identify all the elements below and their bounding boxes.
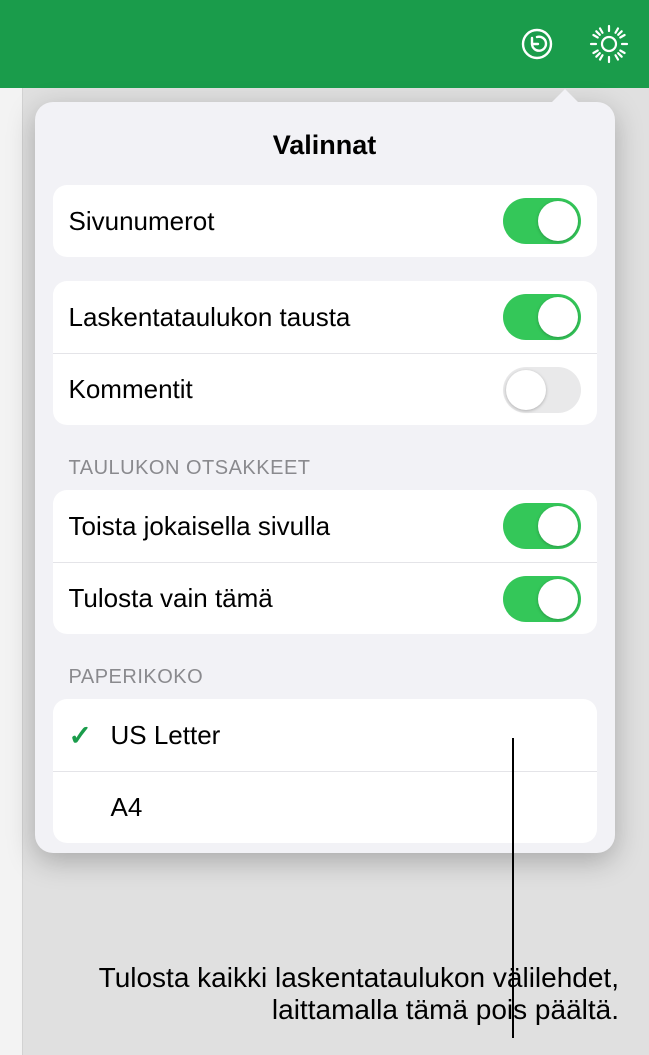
group-headers: Toista jokaisella sivulla Tulosta vain t…	[53, 490, 597, 634]
toggle-print-only-this[interactable]	[503, 576, 581, 622]
label-spreadsheet-bg: Laskentataulukon tausta	[69, 302, 503, 333]
settings-button[interactable]	[587, 22, 631, 66]
row-spreadsheet-bg: Laskentataulukon tausta	[53, 281, 597, 353]
group-display: Laskentataulukon tausta Kommentit	[53, 281, 597, 425]
toggle-repeat-headers[interactable]	[503, 503, 581, 549]
popover-arrow	[551, 89, 579, 103]
label-page-numbers: Sivunumerot	[69, 206, 503, 237]
toggle-knob	[506, 370, 546, 410]
row-comments: Kommentit	[53, 353, 597, 425]
row-us-letter[interactable]: ✓ US Letter	[53, 699, 597, 771]
callout-text: Tulosta kaikki laskentataulukon välilehd…	[0, 962, 649, 1026]
group-paper-size: ✓ US Letter A4	[53, 699, 597, 843]
toggle-knob	[538, 506, 578, 546]
row-page-numbers: Sivunumerot	[53, 185, 597, 257]
toggle-knob	[538, 297, 578, 337]
label-a4: A4	[111, 792, 581, 823]
toggle-knob	[538, 201, 578, 241]
undo-button[interactable]	[515, 22, 559, 66]
label-print-only-this: Tulosta vain tämä	[69, 583, 503, 614]
toggle-knob	[538, 579, 578, 619]
group-page-numbers: Sivunumerot	[53, 185, 597, 257]
label-repeat-headers: Toista jokaisella sivulla	[69, 511, 503, 542]
toolbar	[0, 0, 649, 88]
toggle-page-numbers[interactable]	[503, 198, 581, 244]
label-us-letter: US Letter	[111, 720, 581, 751]
popover-title: Valinnat	[53, 130, 597, 161]
toggle-spreadsheet-bg[interactable]	[503, 294, 581, 340]
checkmark-icon: ✓	[69, 719, 111, 752]
gear-icon	[588, 23, 630, 65]
row-print-only-this: Tulosta vain tämä	[53, 562, 597, 634]
sheet-background: Valinnat Sivunumerot Laskentataulukon ta…	[0, 88, 649, 1055]
row-repeat-headers: Toista jokaisella sivulla	[53, 490, 597, 562]
toggle-comments[interactable]	[503, 367, 581, 413]
row-a4[interactable]: A4	[53, 771, 597, 843]
options-popover: Valinnat Sivunumerot Laskentataulukon ta…	[35, 102, 615, 853]
section-label-paper: PAPERIKOKO	[53, 666, 597, 699]
section-label-headers: TAULUKON OTSAKKEET	[53, 457, 597, 490]
label-comments: Kommentit	[69, 374, 503, 405]
undo-icon	[519, 26, 555, 62]
